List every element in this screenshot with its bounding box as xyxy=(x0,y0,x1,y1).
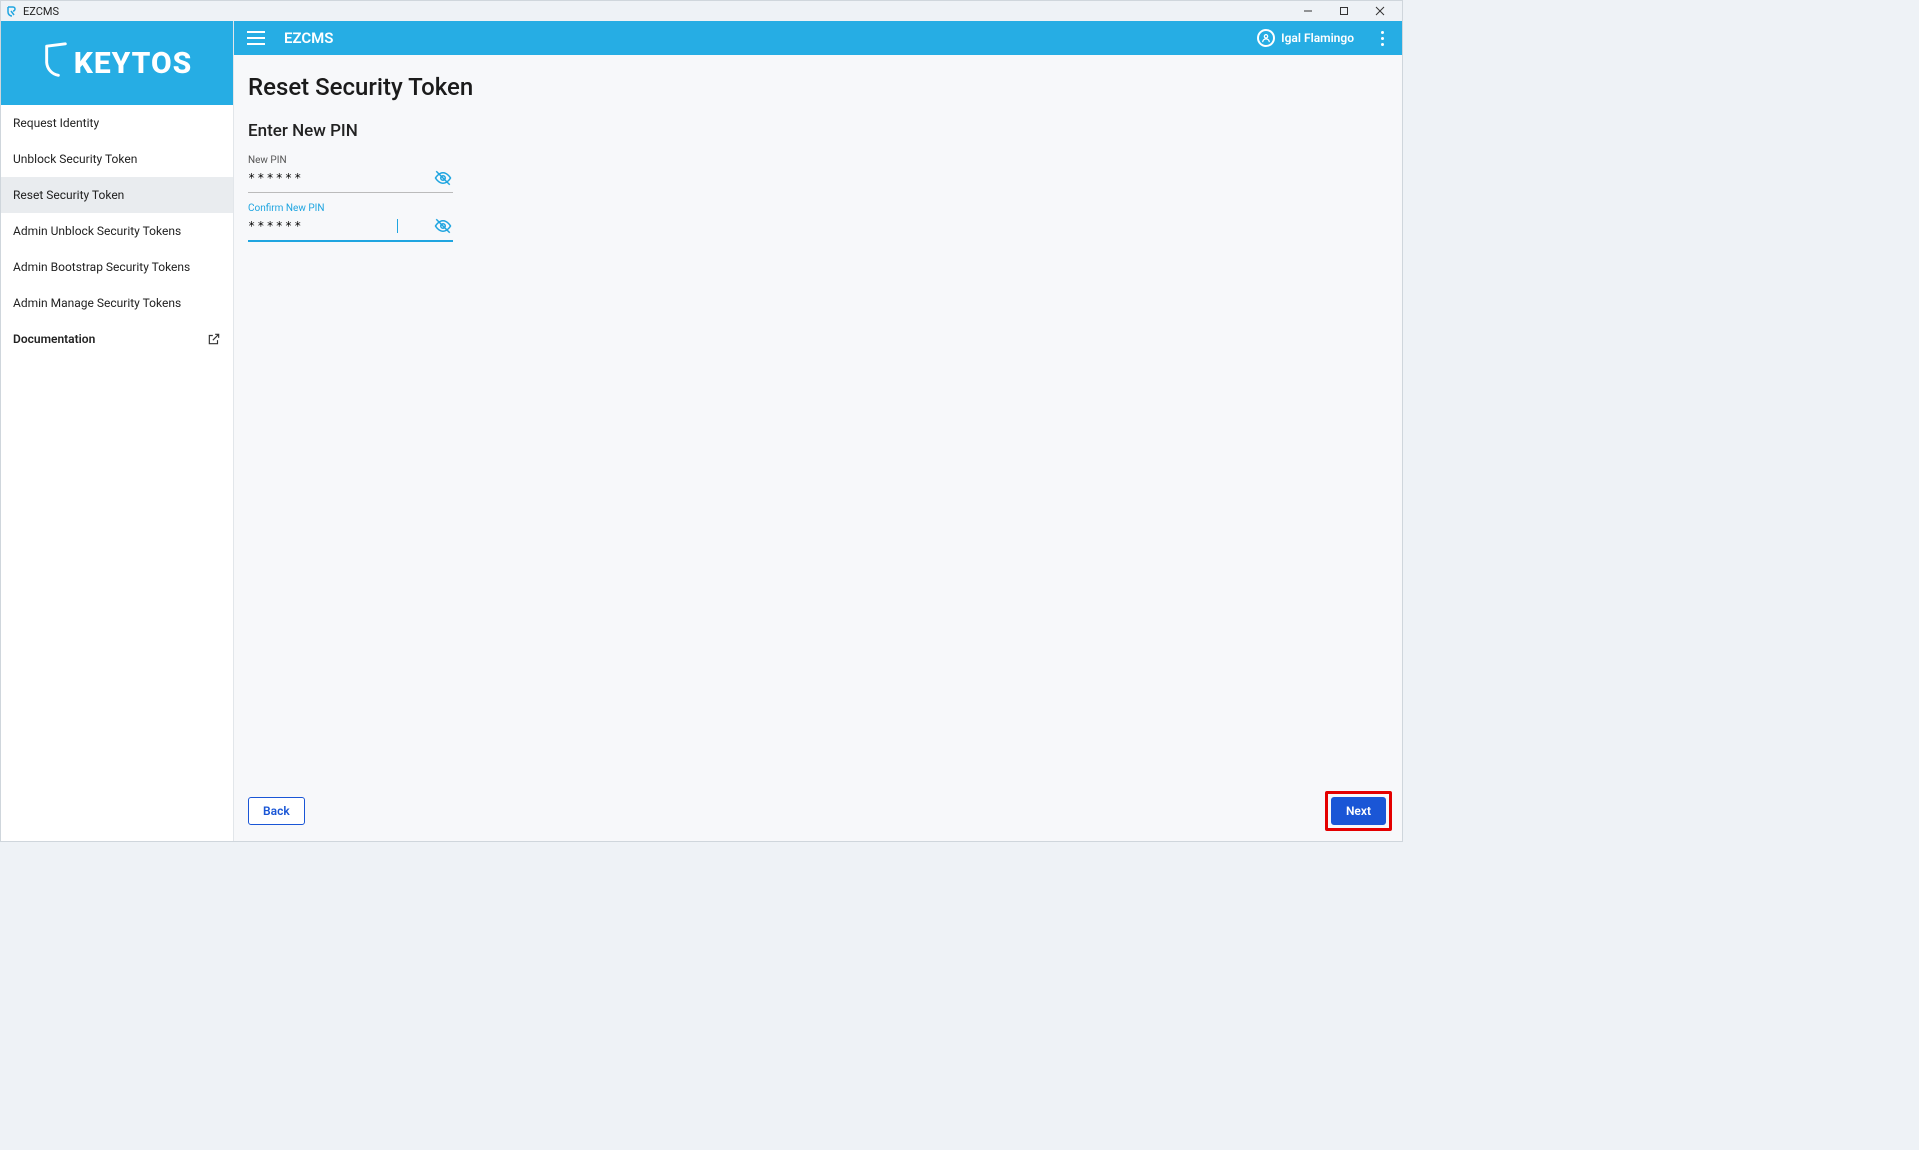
sidebar-item-label: Request Identity xyxy=(13,116,99,130)
sidebar-item-label: Unblock Security Token xyxy=(13,152,137,166)
confirm-pin-input[interactable] xyxy=(248,219,401,233)
window-minimize-button[interactable] xyxy=(1290,1,1326,21)
app-window: EZCMS KEYTOS Request Identity Unbl xyxy=(0,0,1403,842)
sidebar-item-admin-bootstrap[interactable]: Admin Bootstrap Security Tokens xyxy=(1,249,233,285)
back-button[interactable]: Back xyxy=(248,797,305,825)
confirm-pin-label: Confirm New PIN xyxy=(248,203,453,214)
user-icon xyxy=(1257,29,1275,47)
sidebar-item-admin-manage[interactable]: Admin Manage Security Tokens xyxy=(1,285,233,321)
sidebar-item-label: Documentation xyxy=(13,332,95,346)
section-title: Enter New PIN xyxy=(248,121,1388,141)
confirm-pin-field: Confirm New PIN xyxy=(248,203,453,242)
next-button[interactable]: Next xyxy=(1331,797,1386,825)
text-cursor xyxy=(397,219,398,233)
sidebar: KEYTOS Request Identity Unblock Security… xyxy=(1,21,234,841)
external-link-icon xyxy=(207,332,221,346)
new-pin-field: New PIN xyxy=(248,155,453,193)
new-pin-label: New PIN xyxy=(248,155,453,166)
window-title: EZCMS xyxy=(23,5,59,18)
sidebar-item-label: Admin Bootstrap Security Tokens xyxy=(13,260,190,274)
kebab-menu-icon[interactable] xyxy=(1372,31,1392,46)
footer-actions: Back Next xyxy=(248,791,1392,831)
sidebar-item-label: Admin Unblock Security Tokens xyxy=(13,224,181,238)
new-pin-input[interactable] xyxy=(248,171,433,185)
shield-icon xyxy=(42,41,70,85)
page-title: Reset Security Token xyxy=(248,73,1388,101)
eye-off-icon[interactable] xyxy=(433,216,453,236)
sidebar-item-label: Admin Manage Security Tokens xyxy=(13,296,181,310)
sidebar-item-reset-security-token[interactable]: Reset Security Token xyxy=(1,177,233,213)
sidebar-item-admin-unblock[interactable]: Admin Unblock Security Tokens xyxy=(1,213,233,249)
user-menu[interactable]: Igal Flamingo xyxy=(1251,27,1360,49)
window-close-button[interactable] xyxy=(1362,1,1398,21)
window-maximize-button[interactable] xyxy=(1326,1,1362,21)
topbar-app-name: EZCMS xyxy=(284,29,333,47)
sidebar-item-documentation[interactable]: Documentation xyxy=(1,321,233,357)
sidebar-item-request-identity[interactable]: Request Identity xyxy=(1,105,233,141)
app-icon xyxy=(5,4,19,18)
hamburger-icon[interactable] xyxy=(244,26,268,50)
user-name: Igal Flamingo xyxy=(1281,31,1354,45)
main-content: Reset Security Token Enter New PIN New P… xyxy=(234,55,1402,841)
next-button-highlight: Next xyxy=(1325,791,1392,831)
eye-off-icon[interactable] xyxy=(433,168,453,188)
window-titlebar: EZCMS xyxy=(1,1,1402,21)
topbar: EZCMS Igal Flamingo xyxy=(234,21,1402,55)
logo-area: KEYTOS xyxy=(1,21,233,105)
logo-text: KEYTOS xyxy=(74,46,193,81)
sidebar-item-label: Reset Security Token xyxy=(13,188,124,202)
sidebar-item-unblock-security-token[interactable]: Unblock Security Token xyxy=(1,141,233,177)
